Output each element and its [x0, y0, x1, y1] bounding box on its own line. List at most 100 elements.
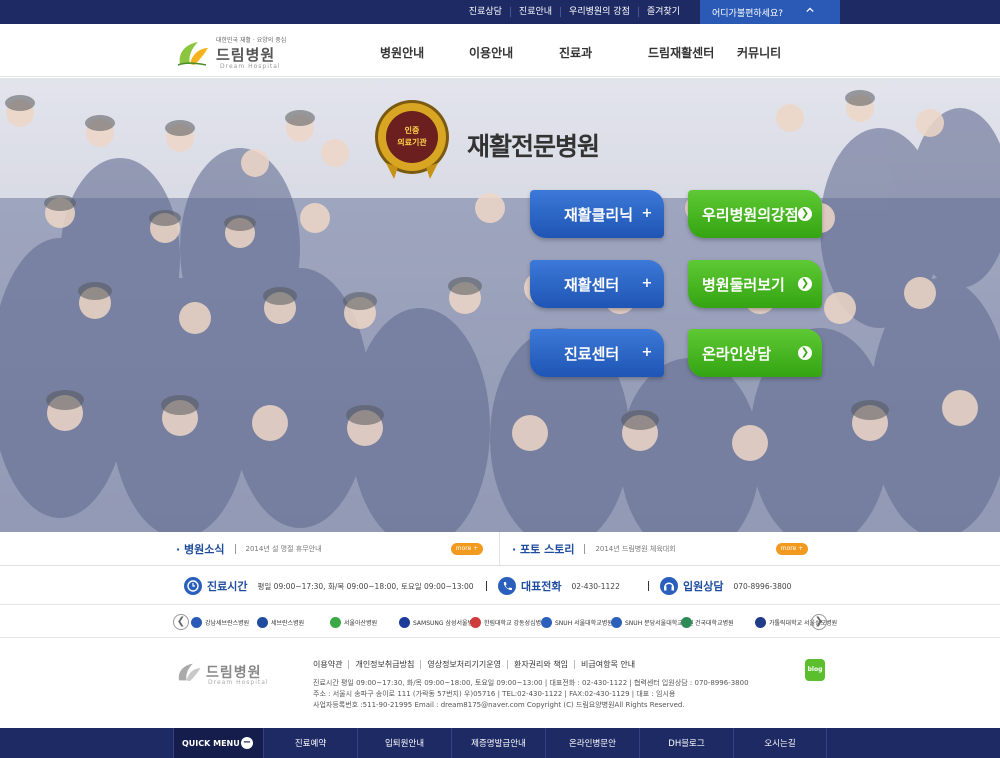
admission-label: 입원상담 — [683, 580, 724, 593]
quick-item-directions[interactable]: 오시는길 — [733, 728, 827, 758]
nav-item-about[interactable]: 병원안내 — [380, 44, 424, 61]
chevron-right-icon: ❯ — [798, 207, 812, 221]
utility-links: 진료상담 진료안내 우리병원의 강점 즐겨찾기 — [461, 0, 688, 24]
quick-menu-toggle[interactable]: QUICK MENU − — [173, 728, 263, 758]
hospital-emblem-icon — [755, 616, 766, 628]
svg-text:의료기관: 의료기관 — [397, 137, 427, 147]
nav-item-usage[interactable]: 이용안내 — [469, 44, 513, 61]
util-link-consult[interactable]: 진료상담 — [461, 7, 510, 17]
partner-logo[interactable]: 서울아산병원 — [330, 615, 377, 629]
partner-logo[interactable]: SAMSUNG 삼성서울병원 — [399, 615, 479, 629]
our-strengths-label: 우리병원의강점 — [702, 205, 799, 224]
logo-tagline: 대한민국 재활 · 요양의 중심 — [216, 37, 287, 44]
partner-logo[interactable]: 건국대학교병원 — [681, 615, 734, 629]
phone-icon — [498, 577, 516, 595]
quick-menu-title: QUICK MENU — [182, 738, 240, 748]
hospital-emblem-icon — [399, 616, 410, 628]
quick-item-blog[interactable]: DH블로그 — [639, 728, 733, 758]
quick-menu-bar: QUICK MENU − 진료예약 입퇴원안내 제증명발급안내 온라인병문안 D… — [0, 728, 1000, 758]
divider — [234, 544, 236, 554]
treatment-center-button[interactable]: 진료센터 + — [530, 329, 664, 377]
partner-hospitals: ❮ 강남세브란스병원 세브란스병원 서울아산병원 SAMSUNG 삼성서울병원 … — [0, 606, 1000, 638]
hours-label: 진료시간 — [207, 580, 248, 593]
divider — [648, 581, 649, 591]
hero-title: 재활전문병원 — [467, 132, 600, 161]
hospital-tour-button[interactable]: 병원둘러보기 ❯ — [688, 260, 822, 308]
nav-item-community[interactable]: 커뮤니티 — [737, 44, 781, 61]
hospital-news-item[interactable]: 2014년 설 명절 휴무안내 — [246, 544, 322, 554]
quick-item-reservation[interactable]: 진료예약 — [263, 728, 357, 758]
headset-icon — [660, 577, 678, 595]
phone-info: 대표전화 02-430-1122 — [498, 567, 620, 605]
nav-item-departments[interactable]: 진료과 — [559, 44, 592, 61]
hospital-emblem-icon — [611, 616, 622, 628]
chevron-right-icon: ❯ — [798, 346, 812, 360]
util-link-bookmark[interactable]: 즐겨찾기 — [637, 7, 688, 17]
footer-address-line: 사업자등록번호 :511-90-21995 Email : dream8175@… — [313, 701, 685, 709]
news-strip: · 병원소식 2014년 설 명절 휴무안내 more + · 포토 스토리 2… — [0, 532, 1000, 566]
leaf-logo-icon — [177, 42, 208, 66]
svg-text:인증: 인증 — [405, 125, 420, 135]
hospital-emblem-icon — [681, 616, 692, 628]
footer-link-patient-rights[interactable]: 환자권리와 책임 — [506, 660, 574, 669]
rehab-center-label: 재활센터 — [564, 275, 620, 294]
footer-link-privacy[interactable]: 개인정보취급방침 — [348, 660, 420, 669]
blog-icon[interactable]: blog — [805, 659, 825, 681]
minus-icon: − — [241, 737, 253, 749]
online-consult-button[interactable]: 온라인상담 ❯ — [688, 329, 822, 377]
footer-logo: 드림병원 Dream Hospital — [176, 660, 286, 690]
hospital-tour-label: 병원둘러보기 — [702, 275, 785, 294]
logo-english: Dream Hospital — [220, 63, 281, 70]
partner-logo[interactable]: 세브란스병원 — [257, 615, 304, 629]
symptom-help-dropdown[interactable]: 어디가불편하세요? — [700, 0, 840, 24]
site-logo[interactable]: 대한민국 재활 · 요양의 중심 드림병원 Dream Hospital — [176, 32, 296, 72]
footer-link-cctv[interactable]: 영상정보처리기기운영 — [420, 660, 507, 669]
footer-link-non-covered[interactable]: 비급여항목 안내 — [574, 660, 641, 669]
util-link-guide[interactable]: 진료안내 — [509, 7, 560, 17]
certified-hospital-badge: 인증 의료기관 — [375, 100, 449, 179]
our-strengths-button[interactable]: 우리병원의강점 ❯ — [688, 190, 822, 238]
photo-story-title[interactable]: · 포토 스토리 — [512, 541, 574, 557]
chevron-left-icon[interactable]: ❮ — [173, 614, 189, 630]
rehab-clinic-label: 재활클리닉 — [564, 205, 634, 224]
partner-logo[interactable]: SNUH 서울대학교병원 — [541, 615, 613, 629]
plus-icon: + — [641, 345, 653, 360]
photo-story: · 포토 스토리 2014년 드림병원 체육대회 — [512, 532, 676, 566]
partner-logo[interactable]: 강남세브란스병원 — [191, 615, 249, 629]
logo-name: 드림병원 — [216, 46, 276, 64]
admission-value: 070-8996-3800 — [733, 581, 792, 591]
top-utility-bar: 진료상담 진료안내 우리병원의 강점 즐겨찾기 어디가불편하세요? — [0, 0, 1000, 24]
quick-item-admission[interactable]: 입퇴원안내 — [357, 728, 451, 758]
divider — [584, 544, 586, 554]
hospital-news-more-button[interactable]: more + — [451, 543, 483, 555]
main-header: 대한민국 재활 · 요양의 중심 드림병원 Dream Hospital 병원안… — [0, 24, 1000, 77]
hospital-news-title[interactable]: · 병원소식 — [176, 541, 225, 557]
nav-item-rehab-center[interactable]: 드림재활센터 — [648, 44, 714, 61]
chevron-right-icon[interactable]: ❯ — [811, 614, 827, 630]
hours-info: 진료시간 평일 09:00~17:30, 화/목 09:00~18:00, 토요… — [184, 567, 474, 605]
chevron-up-icon — [806, 7, 814, 13]
phone-value: 02-430-1122 — [571, 581, 620, 591]
quick-item-online-visit[interactable]: 온라인병문안 — [545, 728, 639, 758]
footer-link-terms[interactable]: 이용약관 — [313, 660, 348, 669]
rehab-center-button[interactable]: 재활센터 + — [530, 260, 664, 308]
util-link-strength[interactable]: 우리병원의 강점 — [560, 7, 638, 17]
partner-logo[interactable]: 한림대학교 강동성심병원 — [470, 615, 547, 629]
admission-info: 입원상담 070-8996-3800 — [660, 567, 791, 605]
hospital-emblem-icon — [470, 616, 481, 628]
hospital-emblem-icon — [257, 616, 268, 628]
footer-address-line: 주소 : 서울시 송파구 송이로 111 (가락동 57번지) 우)05716 … — [313, 690, 676, 698]
clock-icon — [184, 577, 202, 595]
hospital-emblem-icon — [191, 616, 202, 628]
chevron-right-icon: ❯ — [798, 277, 812, 291]
hours-value: 평일 09:00~17:30, 화/목 09:00~18:00, 토요일 09:… — [257, 581, 474, 591]
symptom-help-label: 어디가불편하세요? — [712, 8, 784, 19]
photo-story-more-button[interactable]: more + — [776, 543, 808, 555]
hospital-emblem-icon — [541, 616, 552, 628]
site-footer: 드림병원 Dream Hospital 이용약관 개인정보취급방침 영상정보처리… — [0, 640, 1000, 728]
contact-info-bar: 진료시간 평일 09:00~17:30, 화/목 09:00~18:00, 토요… — [0, 567, 1000, 605]
quick-item-certificates[interactable]: 제증명발급안내 — [451, 728, 545, 758]
rehab-clinic-button[interactable]: 재활클리닉 + — [530, 190, 664, 238]
photo-story-item[interactable]: 2014년 드림병원 체육대회 — [595, 544, 675, 554]
plus-icon: + — [641, 206, 653, 221]
